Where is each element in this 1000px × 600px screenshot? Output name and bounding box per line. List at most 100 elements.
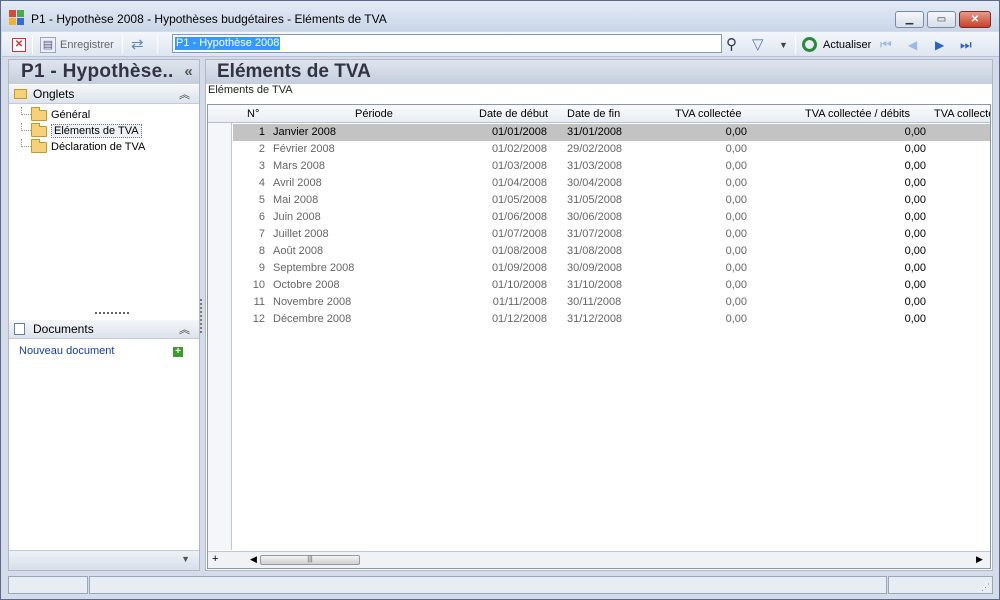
sync-icon[interactable]: ⇄ bbox=[131, 36, 144, 54]
cell-n: 10 bbox=[252, 279, 265, 291]
save-icon[interactable]: ▤ bbox=[40, 37, 56, 53]
tree-item-elements-tva[interactable]: Eléments de TVA bbox=[17, 123, 145, 139]
cell-n: 5 bbox=[258, 194, 265, 206]
table-row[interactable]: 10 Octobre 2008 01/10/2008 31/10/2008 0,00 0,… bbox=[233, 277, 990, 294]
documents-section-header[interactable]: Documents ︽ bbox=[9, 320, 199, 339]
search-input-value: P1 - Hypothèse 2008 bbox=[175, 37, 281, 50]
table-row[interactable]: 2 Février 2008 01/02/2008 29/02/2008 0,00 0,0… bbox=[233, 141, 990, 158]
cell-tva-collectee: 0,00 bbox=[725, 228, 747, 240]
table-row[interactable]: 6 Juin 2008 01/06/2008 30/06/2008 0,00 0,00 bbox=[233, 209, 990, 226]
col-header-n[interactable]: N° bbox=[247, 108, 259, 120]
cell-n: 8 bbox=[258, 245, 265, 257]
panel-splitter[interactable] bbox=[200, 299, 202, 333]
toolbar: ✕ ▤ Enregistrer ⇄ P1 - Hypothèse 2008 ⚲ … bbox=[2, 32, 999, 57]
new-document-link[interactable]: Nouveau document bbox=[19, 345, 114, 357]
table-row[interactable]: 5 Mai 2008 01/05/2008 31/05/2008 0,00 0,00 bbox=[233, 192, 990, 209]
cell-periode: Décembre 2008 bbox=[273, 313, 352, 325]
table-row[interactable]: 7 Juillet 2008 01/07/2008 31/07/2008 0,00 0,0… bbox=[233, 226, 990, 243]
main-subtitle: Eléments de TVA bbox=[208, 84, 293, 96]
cell-n: 2 bbox=[258, 143, 265, 155]
window-title: P1 - Hypothèse 2008 - Hypothèses budgéta… bbox=[31, 12, 387, 26]
cell-date-fin: 31/10/2008 bbox=[567, 279, 623, 291]
minimize-button[interactable]: ▁ bbox=[895, 11, 924, 28]
cell-n: 9 bbox=[258, 262, 265, 274]
chevron-down-icon[interactable]: ▼ bbox=[181, 554, 190, 564]
cell-date-debut: 01/01/2008 bbox=[491, 126, 547, 138]
table-row[interactable]: 3 Mars 2008 01/03/2008 31/03/2008 0,00 0,00 bbox=[233, 158, 990, 175]
collapse-section-icon[interactable]: ︽ bbox=[179, 86, 190, 102]
scroll-right-icon[interactable]: ▶ bbox=[976, 554, 983, 565]
search-input[interactable]: P1 - Hypothèse 2008 bbox=[172, 34, 722, 53]
document-icon bbox=[14, 323, 25, 338]
row-selector-column bbox=[208, 105, 232, 550]
cell-date-fin: 29/02/2008 bbox=[567, 143, 623, 155]
collapse-panel-icon[interactable]: « bbox=[184, 63, 193, 80]
cell-date-debut: 01/04/2008 bbox=[491, 177, 547, 189]
col-header-tva-debits[interactable]: TVA collectée / débits bbox=[805, 108, 910, 120]
cell-n: 11 bbox=[253, 296, 265, 308]
add-icon[interactable]: + bbox=[173, 347, 183, 357]
cell-tva-collectee: 0,00 bbox=[725, 177, 747, 189]
tree-item-declaration-tva[interactable]: Déclaration de TVA bbox=[17, 139, 145, 155]
open-folder-icon bbox=[31, 123, 47, 137]
folder-icon bbox=[31, 139, 47, 153]
cell-date-fin: 30/09/2008 bbox=[567, 262, 623, 274]
cell-periode: Avril 2008 bbox=[273, 177, 322, 189]
status-cell: ⋰ bbox=[888, 576, 993, 594]
tree-item-label: Déclaration de TVA bbox=[51, 141, 146, 153]
chevron-down-icon[interactable]: ▼ bbox=[779, 36, 788, 54]
cell-date-debut: 01/09/2008 bbox=[491, 262, 547, 274]
splitter-grip[interactable] bbox=[95, 312, 129, 314]
cell-tva-collectee: 0,00 bbox=[725, 262, 747, 274]
title-bar: P1 - Hypothèse 2008 - Hypothèses budgéta… bbox=[1, 1, 999, 31]
col-header-date-debut[interactable]: Date de début bbox=[479, 108, 548, 120]
col-header-periode[interactable]: Période bbox=[355, 108, 393, 120]
table-row[interactable]: 11 Novembre 2008 01/11/2008 30/11/2008 0,00 0… bbox=[233, 294, 990, 311]
first-record-icon[interactable]: ⏮ bbox=[880, 36, 892, 54]
documents-label: Documents bbox=[33, 322, 94, 336]
cell-periode: Janvier 2008 bbox=[273, 126, 336, 138]
left-panel-title: P1 - Hypothèse.. bbox=[21, 61, 174, 82]
scroll-left-icon[interactable]: ◀ bbox=[250, 554, 257, 565]
resize-grip-icon[interactable]: ⋰ bbox=[981, 582, 990, 593]
status-bar: ⋰ bbox=[8, 576, 993, 594]
next-record-icon[interactable]: ▶ bbox=[935, 36, 944, 54]
tree-item-label: Général bbox=[51, 109, 91, 121]
table-row[interactable]: 1 Janvier 2008 01/01/2008 31/01/2008 0,00 0,0… bbox=[233, 124, 990, 141]
cell-periode: Juin 2008 bbox=[273, 211, 321, 223]
table-row[interactable]: 9 Septembre 2008 01/09/2008 30/09/2008 0,00 0… bbox=[233, 260, 990, 277]
cell-date-debut: 01/05/2008 bbox=[491, 194, 547, 206]
tree-item-general[interactable]: Général bbox=[17, 107, 145, 123]
status-cell bbox=[89, 576, 887, 594]
vat-grid: N° Période Date de début Date de fin TVA… bbox=[207, 104, 991, 569]
refresh-button[interactable]: Actualiser bbox=[823, 36, 871, 54]
cell-periode: Février 2008 bbox=[273, 143, 335, 155]
col-header-date-fin[interactable]: Date de fin bbox=[567, 108, 620, 120]
table-row[interactable]: 4 Avril 2008 01/04/2008 30/04/2008 0,00 0,00 bbox=[233, 175, 990, 192]
previous-record-icon[interactable]: ◀ bbox=[908, 36, 917, 54]
cell-date-debut: 01/07/2008 bbox=[491, 228, 547, 240]
col-header-tva-collecte-2[interactable]: TVA collecté bbox=[934, 108, 990, 120]
maximize-button[interactable]: ▭ bbox=[927, 11, 956, 28]
cell-n: 12 bbox=[252, 313, 265, 325]
search-icon[interactable]: ⚲ bbox=[726, 36, 737, 54]
folder-icon bbox=[31, 107, 47, 121]
table-row[interactable]: 8 Août 2008 01/08/2008 31/08/2008 0,00 0,00 bbox=[233, 243, 990, 260]
collapse-section-icon[interactable]: ︽ bbox=[179, 321, 190, 337]
cell-tva-debits: 0,00 bbox=[904, 194, 926, 206]
add-row-icon[interactable]: + bbox=[212, 553, 218, 565]
close-button[interactable]: ✕ bbox=[959, 11, 991, 28]
cell-date-fin: 30/04/2008 bbox=[567, 177, 623, 189]
horizontal-scrollbar[interactable]: + ◀ ||| ▶ bbox=[208, 551, 990, 568]
col-header-tva-collectee[interactable]: TVA collectée bbox=[675, 108, 741, 120]
cell-tva-collectee: 0,00 bbox=[725, 160, 747, 172]
onglets-section-header[interactable]: Onglets ︽ bbox=[9, 85, 199, 104]
refresh-icon[interactable] bbox=[802, 37, 817, 52]
filter-icon[interactable]: ▽ bbox=[752, 36, 764, 54]
delete-icon[interactable]: ✕ bbox=[12, 38, 26, 52]
last-record-icon[interactable]: ⏭ bbox=[960, 36, 972, 54]
table-row[interactable]: 12 Décembre 2008 01/12/2008 31/12/2008 0,00 0… bbox=[233, 311, 990, 328]
cell-date-debut: 01/06/2008 bbox=[491, 211, 547, 223]
scrollbar-thumb[interactable]: ||| bbox=[260, 555, 360, 565]
save-button[interactable]: Enregistrer bbox=[60, 36, 114, 54]
